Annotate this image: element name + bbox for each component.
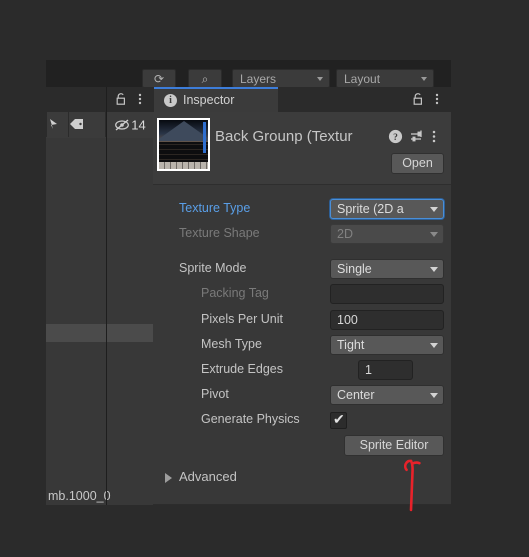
- pivot-dropdown[interactable]: Center: [330, 385, 444, 405]
- texture-type-label: Texture Type: [179, 201, 251, 215]
- sprite-mode-dropdown[interactable]: Single: [330, 259, 444, 279]
- texture-type-value: Sprite (2D a: [337, 202, 404, 216]
- search-icon[interactable]: ⌕: [188, 69, 222, 87]
- chevron-down-icon: [430, 343, 438, 348]
- gizmo-icon[interactable]: [46, 112, 69, 137]
- svg-text:?: ?: [393, 133, 398, 143]
- sprite-mode-label: Sprite Mode: [179, 261, 247, 275]
- inspector-panel: i Inspector Back Grounp (Textur ? Open T…: [153, 87, 451, 505]
- panel-divider[interactable]: [106, 87, 107, 505]
- hierarchy-bottom-label: mb.1000_0: [48, 489, 111, 503]
- chevron-down-icon: [317, 77, 323, 81]
- hierarchy-header: [46, 87, 153, 112]
- foldout-arrow-icon[interactable]: [165, 473, 172, 483]
- lock-icon[interactable]: [412, 92, 424, 106]
- kebab-menu-icon[interactable]: [428, 129, 443, 144]
- chevron-down-icon: [430, 393, 438, 398]
- extrude-edges-label: Extrude Edges: [201, 362, 283, 376]
- chevron-down-icon: [430, 207, 438, 212]
- hierarchy-panel: 14 mb.1000_0: [46, 87, 153, 505]
- property-row-texture-type: Texture Type Sprite (2D a: [153, 198, 451, 220]
- thumbnail-blue-strip: [203, 122, 206, 153]
- tab-inspector-label: Inspector: [183, 93, 235, 107]
- pivot-value: Center: [337, 388, 375, 402]
- visibility-off-icon[interactable]: 14: [105, 112, 153, 137]
- property-row-pixels-per-unit: Pixels Per Unit 100: [153, 309, 451, 331]
- asset-header: Back Grounp (Textur ? Open: [153, 112, 451, 185]
- texture-shape-label: Texture Shape: [179, 226, 260, 240]
- extrude-edges-input[interactable]: 1: [358, 360, 413, 380]
- thumbnail-base: [159, 162, 208, 169]
- property-row-pivot: Pivot Center: [153, 384, 451, 406]
- preset-icon[interactable]: [410, 129, 425, 144]
- thumbnail-roof: [159, 120, 208, 141]
- generate-physics-checkbox[interactable]: ✔: [330, 411, 347, 429]
- property-row-generate-physics: Generate Physics ✔: [153, 409, 451, 431]
- mesh-type-label: Mesh Type: [201, 337, 262, 351]
- property-row-sprite-mode: Sprite Mode Single: [153, 258, 451, 280]
- pixels-per-unit-value: 100: [337, 313, 358, 327]
- pivot-label: Pivot: [201, 387, 229, 401]
- pixels-per-unit-input[interactable]: 100: [330, 310, 444, 330]
- lock-icon[interactable]: [115, 92, 127, 106]
- kebab-menu-icon[interactable]: [431, 92, 443, 106]
- chevron-down-icon: [430, 267, 438, 272]
- inspector-footer-line: [153, 504, 451, 505]
- texture-shape-dropdown: 2D: [330, 224, 444, 244]
- advanced-foldout[interactable]: Advanced: [153, 467, 451, 489]
- layout-dropdown[interactable]: Layout: [336, 69, 434, 87]
- generate-physics-label: Generate Physics: [201, 412, 300, 426]
- property-row-texture-shape: Texture Shape 2D: [153, 223, 451, 245]
- help-icon[interactable]: ?: [388, 129, 403, 144]
- texture-shape-value: 2D: [337, 227, 353, 241]
- page-title: Back Grounp (Textur: [215, 128, 353, 145]
- tag-icon[interactable]: [68, 112, 106, 137]
- texture-thumbnail-image: [159, 120, 208, 169]
- packing-tag-label: Packing Tag: [201, 286, 269, 300]
- info-icon: i: [164, 94, 177, 107]
- mesh-type-dropdown[interactable]: Tight: [330, 335, 444, 355]
- property-row-extrude-edges: Extrude Edges 1: [153, 359, 451, 381]
- inspector-tabbar: i Inspector: [153, 87, 451, 112]
- cloud-sync-icon[interactable]: ⟳: [142, 69, 176, 87]
- advanced-foldout-label: Advanced: [179, 469, 237, 484]
- hierarchy-selected-row[interactable]: [46, 324, 153, 342]
- sprite-editor-button[interactable]: Sprite Editor: [344, 435, 444, 456]
- extrude-edges-value: 1: [365, 363, 372, 377]
- texture-thumbnail[interactable]: [157, 118, 210, 171]
- texture-type-dropdown[interactable]: Sprite (2D a: [330, 199, 444, 219]
- chevron-down-icon: [430, 232, 438, 237]
- layers-dropdown-label: Layers: [240, 72, 277, 86]
- screenshot-root: ⟳ ⌕ Layers Layout 14 mb.1000_0 i Inspect…: [0, 0, 529, 557]
- chevron-down-icon: [421, 77, 427, 81]
- editor-toolbar: ⟳ ⌕ Layers Layout: [46, 60, 451, 87]
- hierarchy-toolbar: 14: [46, 112, 153, 139]
- open-button[interactable]: Open: [391, 153, 444, 174]
- kebab-menu-icon[interactable]: [134, 92, 146, 106]
- packing-tag-input[interactable]: [330, 284, 444, 304]
- property-row-packing-tag: Packing Tag: [153, 283, 451, 305]
- layout-dropdown-label: Layout: [344, 72, 381, 86]
- sprite-mode-value: Single: [337, 262, 372, 276]
- mesh-type-value: Tight: [337, 338, 365, 352]
- checkmark-icon: ✔: [333, 411, 345, 427]
- texture-import-settings: Texture Type Sprite (2D a Texture Shape …: [153, 184, 451, 505]
- property-row-mesh-type: Mesh Type Tight: [153, 334, 451, 356]
- hierarchy-tree[interactable]: [46, 138, 153, 505]
- hidden-object-count: 14: [131, 117, 146, 133]
- pixels-per-unit-label: Pixels Per Unit: [201, 312, 283, 326]
- layers-dropdown[interactable]: Layers: [232, 69, 330, 87]
- tab-inspector[interactable]: i Inspector: [154, 87, 278, 112]
